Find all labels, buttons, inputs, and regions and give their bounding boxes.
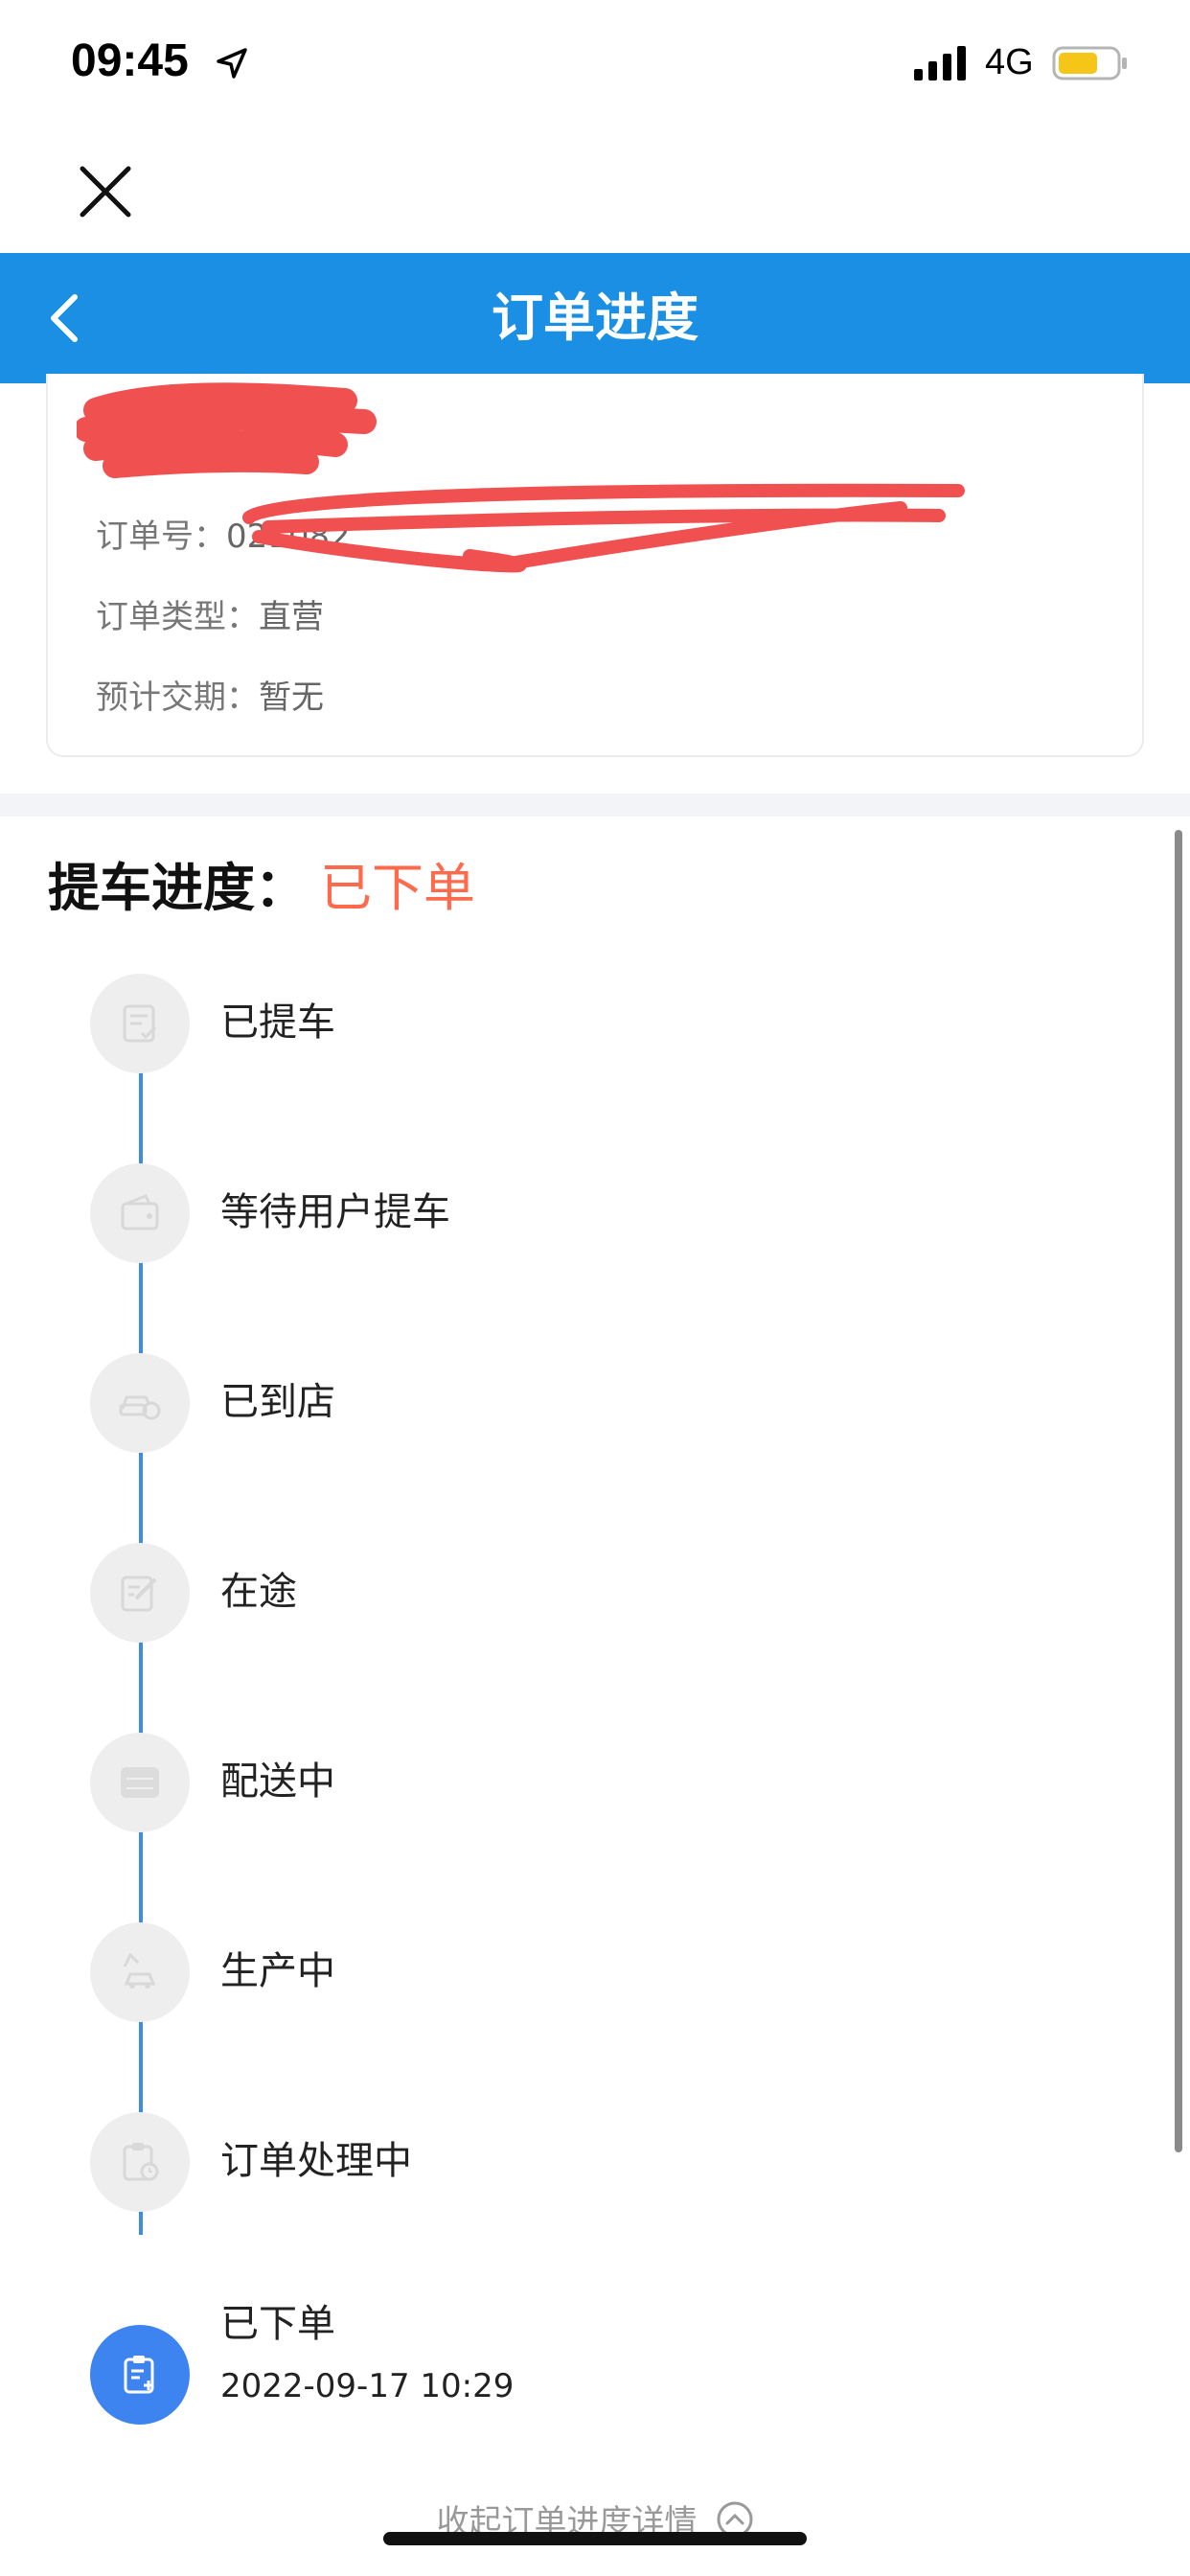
step-label: 配送中 — [220, 1760, 335, 1804]
progress-heading: 提车进度： — [48, 858, 307, 918]
step-label: 已提车 — [220, 1000, 335, 1045]
wallet-icon — [90, 1163, 190, 1263]
order-type-row: 订单类型：直营 — [96, 590, 324, 637]
redaction-scribble — [77, 382, 377, 478]
order-info-section: 订单号：021082 订单类型：直营 预计交期：暂无 — [0, 374, 1190, 794]
battery-icon — [1052, 46, 1127, 80]
step-label: 已到店 — [220, 1380, 335, 1424]
timeline-step: 已到店 — [0, 1353, 1190, 1468]
network-type: 4G — [985, 42, 1034, 82]
clipboard-clock-icon — [90, 2112, 190, 2212]
clipboard-plus-icon — [90, 2325, 190, 2425]
progress-section: 提车进度： 已下单 已提车 等待用户提车 已到店 在途 配送中 生产中 订单处理… — [0, 816, 1190, 2576]
timeline-step: 配送中 — [0, 1733, 1190, 1848]
step-time: 2022-09-17 10:29 — [220, 2367, 515, 2405]
back-arrow-icon[interactable] — [36, 288, 98, 349]
close-icon[interactable] — [75, 161, 136, 222]
timeline-step: 订单处理中 — [0, 2112, 1190, 2227]
timeline-step-active: 已下单 2022-09-17 10:29 — [0, 2292, 1190, 2426]
progress-current-status: 已下单 — [320, 858, 475, 918]
order-info-card: 订单号：021082 订单类型：直营 预计交期：暂无 — [46, 374, 1144, 757]
timeline-step: 生产中 — [0, 1922, 1190, 2037]
step-label: 生产中 — [220, 1949, 335, 1993]
step-label: 在途 — [220, 1570, 297, 1614]
delivery-date-value: 暂无 — [259, 678, 324, 717]
order-type-value: 直营 — [259, 598, 324, 636]
close-row — [0, 130, 1190, 253]
timeline-step: 已提车 — [0, 974, 1190, 1089]
status-bar: 09:45 4G — [0, 0, 1190, 130]
delivery-date-label: 预计交期： — [96, 678, 259, 717]
nav-bar: 订单进度 — [0, 253, 1190, 383]
erp-icon — [90, 1733, 190, 1832]
location-arrow-icon — [217, 48, 247, 79]
edit-note-icon — [90, 1543, 190, 1643]
timeline-step: 等待用户提车 — [0, 1163, 1190, 1278]
delivery-date-row: 预计交期：暂无 — [96, 671, 324, 718]
page-title: 订单进度 — [492, 288, 698, 348]
cellular-signal-icon — [914, 46, 966, 80]
status-time: 09:45 — [71, 35, 189, 86]
step-label: 已下单 — [220, 2302, 335, 2346]
home-indicator[interactable] — [383, 2532, 807, 2545]
order-number-label: 订单号： — [96, 518, 226, 556]
step-label: 等待用户提车 — [220, 1190, 450, 1234]
robot-arm-car-icon — [90, 1922, 190, 2022]
order-type-label: 订单类型： — [96, 598, 259, 636]
redaction-scribble-order — [242, 483, 965, 573]
car-store-icon — [90, 1353, 190, 1453]
timeline-step: 在途 — [0, 1543, 1190, 1658]
step-label: 订单处理中 — [220, 2139, 412, 2183]
section-divider — [0, 794, 1190, 816]
document-check-icon — [90, 974, 190, 1073]
